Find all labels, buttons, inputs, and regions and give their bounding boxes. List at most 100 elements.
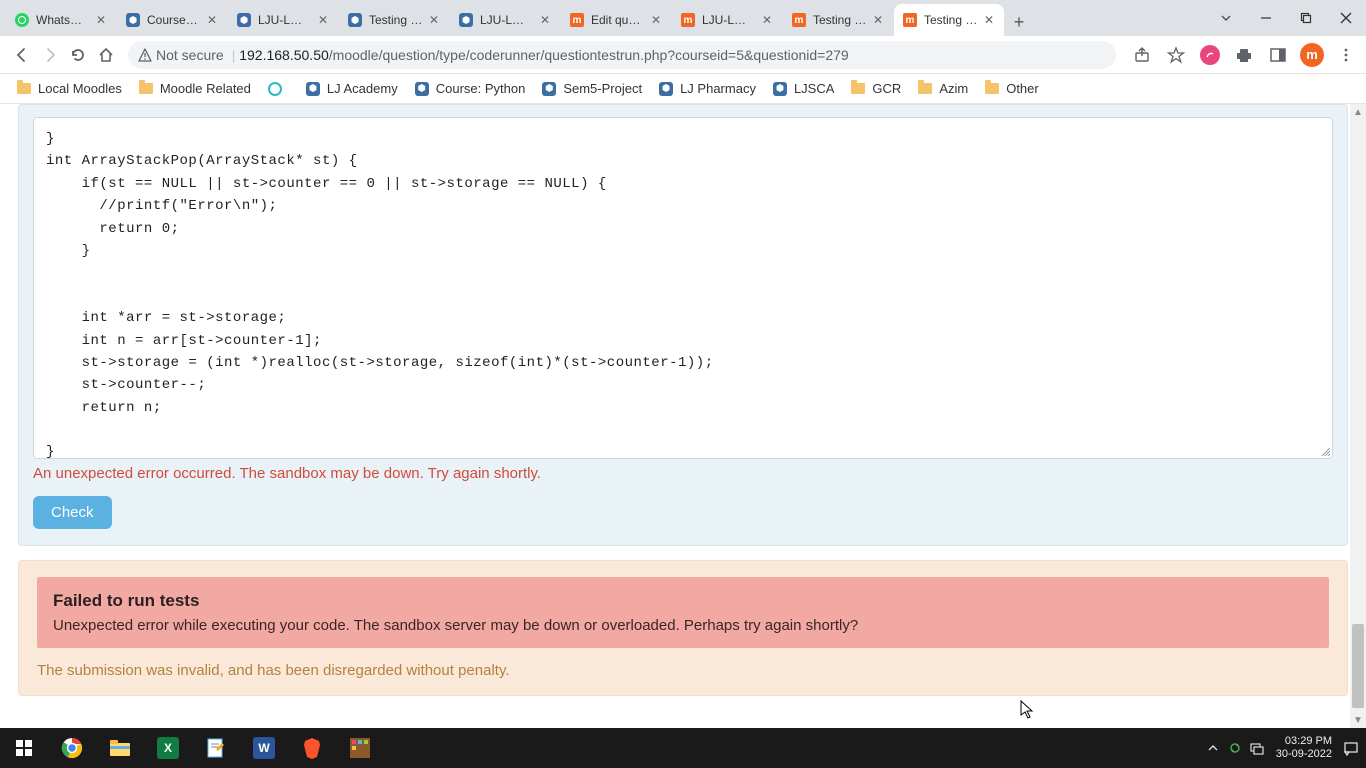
scrollbar-down-arrow-icon[interactable]: ▼ bbox=[1350, 712, 1366, 728]
nav-reload-button[interactable] bbox=[64, 41, 92, 69]
bookmark-item[interactable]: ⬢Sem5-Project bbox=[533, 76, 650, 102]
chrome-menu-button[interactable] bbox=[1334, 43, 1358, 67]
clock-time: 03:29 PM bbox=[1276, 735, 1332, 748]
bookmark-label: Local Moodles bbox=[38, 81, 122, 96]
tab-close-button[interactable]: ✕ bbox=[760, 13, 774, 27]
question-box: } int ArrayStackPop(ArrayStack* st) { if… bbox=[18, 104, 1348, 546]
tab-close-button[interactable]: ✕ bbox=[316, 13, 330, 27]
taskbar-chrome-icon[interactable] bbox=[48, 728, 96, 768]
side-panel-icon[interactable] bbox=[1266, 43, 1290, 67]
system-tray: 03:29 PM 30-09-2022 bbox=[1202, 728, 1366, 768]
taskbar-excel-icon[interactable]: X bbox=[144, 728, 192, 768]
bookmark-item[interactable]: ⬢LJ Pharmacy bbox=[650, 76, 764, 102]
sandbox-error-message: An unexpected error occurred. The sandbo… bbox=[33, 465, 1333, 482]
taskbar-clock[interactable]: 03:29 PM 30-09-2022 bbox=[1268, 735, 1340, 761]
nav-forward-button[interactable] bbox=[36, 41, 64, 69]
tab-title: WhatsApp bbox=[36, 13, 90, 27]
window-minimize-button[interactable] bbox=[1246, 2, 1286, 34]
share-icon[interactable] bbox=[1130, 43, 1154, 67]
bookmark-favicon-icon: ⬢ bbox=[305, 81, 321, 97]
code-editor[interactable]: } int ArrayStackPop(ArrayStack* st) { if… bbox=[33, 117, 1333, 459]
nav-home-button[interactable] bbox=[92, 41, 120, 69]
bookmark-star-icon[interactable] bbox=[1164, 43, 1188, 67]
tab-favicon-icon: ⬢ bbox=[347, 12, 363, 28]
taskbar-brave-icon[interactable] bbox=[288, 728, 336, 768]
tab-close-button[interactable]: ✕ bbox=[871, 13, 885, 27]
tab-close-button[interactable]: ✕ bbox=[982, 13, 996, 27]
fail-message: Unexpected error while executing your co… bbox=[53, 617, 1313, 634]
browser-tab[interactable]: mEdit questi…✕ bbox=[561, 4, 671, 36]
omnibox[interactable]: Not secure | 192.168.50.50/moodle/questi… bbox=[128, 41, 1116, 69]
tab-close-button[interactable]: ✕ bbox=[538, 13, 552, 27]
bookmark-label: Moodle Related bbox=[160, 81, 251, 96]
bookmark-item[interactable]: ⬢LJSCA bbox=[764, 76, 842, 102]
tab-close-button[interactable]: ✕ bbox=[205, 13, 219, 27]
bookmark-label: Sem5-Project bbox=[563, 81, 642, 96]
browser-tab[interactable]: mTesting qu…✕ bbox=[894, 4, 1004, 36]
browser-tab[interactable]: mLJU-LMS: …✕ bbox=[672, 4, 782, 36]
tab-title: Testing qu… bbox=[924, 13, 978, 27]
bookmark-item[interactable]: Moodle Related bbox=[130, 76, 259, 102]
bookmark-favicon-icon: ⬢ bbox=[772, 81, 788, 97]
tray-network-icon[interactable] bbox=[1246, 728, 1268, 768]
scrollbar-up-arrow-icon[interactable]: ▲ bbox=[1350, 104, 1366, 120]
tab-title: Course: Se… bbox=[147, 13, 201, 27]
nav-back-button[interactable] bbox=[8, 41, 36, 69]
tab-close-button[interactable]: ✕ bbox=[94, 13, 108, 27]
check-button[interactable]: Check bbox=[33, 496, 112, 529]
new-tab-button[interactable]: + bbox=[1005, 8, 1033, 36]
window-maximize-button[interactable] bbox=[1286, 2, 1326, 34]
scrollbar-thumb[interactable] bbox=[1352, 624, 1364, 708]
extension-pink-icon[interactable] bbox=[1198, 43, 1222, 67]
tab-title: LJU-LMS: … bbox=[702, 13, 756, 27]
profile-avatar[interactable]: m bbox=[1300, 43, 1324, 67]
bookmark-favicon-icon: ⬢ bbox=[414, 81, 430, 97]
browser-tab[interactable]: ⬢ Course: Se… ✕ bbox=[117, 4, 227, 36]
address-bar-row: Not secure | 192.168.50.50/moodle/questi… bbox=[0, 36, 1366, 74]
bookmark-item[interactable]: ⬢ LJ Academy bbox=[297, 76, 406, 102]
tab-title: Testing qu… bbox=[369, 13, 423, 27]
tray-notifications-icon[interactable] bbox=[1340, 728, 1362, 768]
start-button[interactable] bbox=[0, 728, 48, 768]
window-controls bbox=[1206, 0, 1366, 36]
chevron-down-icon[interactable] bbox=[1206, 2, 1246, 34]
bookmark-favicon-icon bbox=[267, 81, 283, 97]
extensions-icon[interactable] bbox=[1232, 43, 1256, 67]
bookmark-label: Other bbox=[1006, 81, 1039, 96]
browser-tab[interactable]: mTesting qu…✕ bbox=[783, 4, 893, 36]
bookmark-item[interactable]: ⬢Course: Python bbox=[406, 76, 534, 102]
bookmark-item[interactable]: Azim bbox=[909, 76, 976, 102]
taskbar-word-icon[interactable]: W bbox=[240, 728, 288, 768]
tab-favicon-icon: m bbox=[791, 12, 807, 28]
result-panel: Failed to run tests Unexpected error whi… bbox=[18, 560, 1348, 696]
taskbar-explorer-icon[interactable] bbox=[96, 728, 144, 768]
resize-handle-icon[interactable] bbox=[1320, 446, 1330, 456]
window-close-button[interactable] bbox=[1326, 2, 1366, 34]
bookmarks-bar: Local Moodles Moodle Related ⬢ LJ Academy ⬢C… bbox=[0, 74, 1366, 104]
bookmark-item[interactable]: GCR bbox=[842, 76, 909, 102]
tray-show-hidden-icon[interactable] bbox=[1202, 728, 1224, 768]
browser-tab[interactable]: ⬢ Testing qu… ✕ bbox=[339, 4, 449, 36]
bookmark-item[interactable]: Local Moodles bbox=[8, 76, 130, 102]
tab-close-button[interactable]: ✕ bbox=[427, 13, 441, 27]
bookmark-favicon-icon bbox=[138, 81, 154, 97]
tab-close-button[interactable]: ✕ bbox=[649, 13, 663, 27]
tray-sync-icon[interactable] bbox=[1224, 728, 1246, 768]
clock-date: 30-09-2022 bbox=[1276, 748, 1332, 761]
tab-title: Edit questi… bbox=[591, 13, 645, 27]
browser-tab[interactable]: ⬢LJU-LMS: …✕ bbox=[450, 4, 560, 36]
browser-tab[interactable]: WhatsApp ✕ bbox=[6, 4, 116, 36]
not-secure-indicator[interactable]: Not secure bbox=[138, 47, 224, 63]
tab-title: LJU-LMS: … bbox=[258, 13, 312, 27]
taskbar-notepad-icon[interactable] bbox=[192, 728, 240, 768]
tab-favicon-icon: ⬢ bbox=[458, 12, 474, 28]
browser-tab[interactable]: ⬢LJU-LMS: …✕ bbox=[228, 4, 338, 36]
bookmark-favicon-icon bbox=[16, 81, 32, 97]
bookmark-item[interactable]: Other bbox=[976, 76, 1047, 102]
bookmark-label: LJ Academy bbox=[327, 81, 398, 96]
bookmark-label: LJ Pharmacy bbox=[680, 81, 756, 96]
taskbar-app-icon[interactable] bbox=[336, 728, 384, 768]
vertical-scrollbar[interactable]: ▲ ▼ bbox=[1350, 104, 1366, 728]
bookmark-item[interactable] bbox=[259, 76, 297, 102]
tab-favicon-icon: ⬢ bbox=[125, 12, 141, 28]
